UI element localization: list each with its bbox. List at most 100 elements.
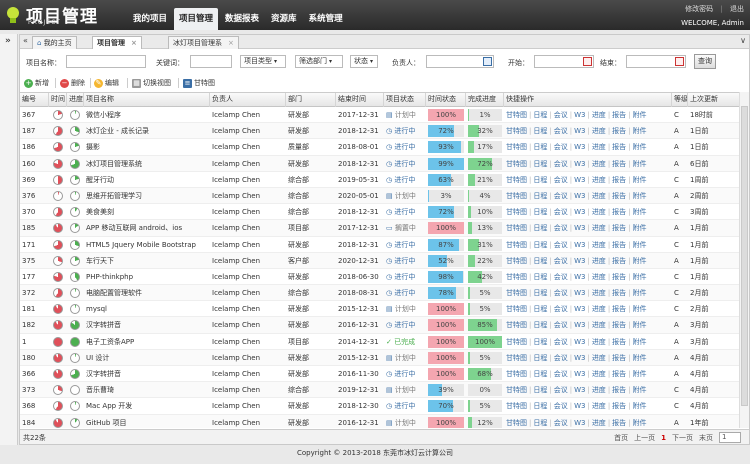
- quick-action-link[interactable]: 日程: [533, 370, 547, 378]
- quick-action-link[interactable]: 甘特图: [506, 338, 527, 346]
- quick-action-link[interactable]: 报告: [612, 192, 626, 200]
- quick-action-link[interactable]: W3: [574, 143, 585, 151]
- column-header[interactable]: 项目名称: [84, 93, 210, 107]
- quick-action-link[interactable]: 附件: [633, 176, 647, 184]
- quick-action-link[interactable]: 报告: [612, 370, 626, 378]
- table-row[interactable]: 376 思维开拓管理学习 Icelamp Chen 综合部 2020-05-01 ▤ 计划…: [20, 187, 749, 205]
- quick-action-link[interactable]: W3: [574, 208, 585, 216]
- table-row[interactable]: 366 汉字转拼音 Icelamp Chen 研发部 2016-11-30 ◷ 进行中 10…: [20, 366, 749, 383]
- quick-action-link[interactable]: 甘特图: [506, 176, 527, 184]
- quick-action-link[interactable]: 报告: [612, 386, 626, 394]
- quick-action-link[interactable]: 会议: [554, 402, 568, 410]
- table-row[interactable]: 186 摄影 Icelamp Chen 质量部 2018-08-01 ◷ 进行中 93% 17…: [20, 139, 749, 156]
- quick-action-link[interactable]: 会议: [554, 176, 568, 184]
- column-header[interactable]: 进度: [67, 93, 84, 107]
- cell-project-name[interactable]: 电脑配置管理软件: [84, 285, 210, 301]
- quick-action-link[interactable]: 甘特图: [506, 208, 527, 216]
- quick-action-link[interactable]: 进度: [592, 143, 606, 151]
- quick-action-link[interactable]: 日程: [533, 208, 547, 216]
- quick-action-link[interactable]: W3: [574, 127, 585, 135]
- quick-action-link[interactable]: 会议: [554, 143, 568, 151]
- column-header[interactable]: 项目状态: [384, 93, 426, 107]
- cell-project-name[interactable]: GitHub 项目: [84, 415, 210, 428]
- column-header[interactable]: 时间: [49, 93, 67, 107]
- user-picker-icon[interactable]: [483, 57, 492, 66]
- cell-project-name[interactable]: 醒牙行动: [84, 172, 210, 188]
- quick-action-link[interactable]: 甘特图: [506, 370, 527, 378]
- quick-action-link[interactable]: 会议: [554, 354, 568, 362]
- quick-action-link[interactable]: 进度: [592, 273, 606, 281]
- quick-action-link[interactable]: 附件: [633, 224, 647, 232]
- quick-action-link[interactable]: 附件: [633, 289, 647, 297]
- cell-project-name[interactable]: PHP-thinkphp: [84, 269, 210, 285]
- quick-action-link[interactable]: 日程: [533, 402, 547, 410]
- quick-action-link[interactable]: 报告: [612, 402, 626, 410]
- cell-project-name[interactable]: 车行天下: [84, 253, 210, 269]
- quick-action-link[interactable]: 报告: [612, 321, 626, 329]
- gantt-button[interactable]: ≡ 甘特图: [183, 77, 215, 89]
- quick-action-link[interactable]: 附件: [633, 354, 647, 362]
- cell-project-name[interactable]: 思维开拓管理学习: [84, 188, 210, 204]
- quick-action-link[interactable]: 报告: [612, 208, 626, 216]
- nav-system[interactable]: 系统管理: [304, 8, 348, 30]
- delete-button[interactable]: − 删除: [60, 77, 85, 89]
- quick-action-link[interactable]: 甘特图: [506, 289, 527, 297]
- quick-action-link[interactable]: 会议: [554, 273, 568, 281]
- quick-action-link[interactable]: 报告: [612, 111, 626, 119]
- quick-action-link[interactable]: 甘特图: [506, 241, 527, 249]
- quick-action-link[interactable]: 进度: [592, 354, 606, 362]
- quick-action-link[interactable]: 会议: [554, 305, 568, 313]
- quick-action-link[interactable]: W3: [574, 111, 585, 119]
- quick-action-link[interactable]: 报告: [612, 354, 626, 362]
- quick-action-link[interactable]: 会议: [554, 127, 568, 135]
- quick-action-link[interactable]: 报告: [612, 127, 626, 135]
- quick-action-link[interactable]: 甘特图: [506, 402, 527, 410]
- table-row[interactable]: 185 APP 移动互联网 android、ios Icelamp Chen 项目部 2…: [20, 220, 749, 237]
- column-header[interactable]: 负责人: [210, 93, 286, 107]
- table-row[interactable]: 368 Mac App 开发 Icelamp Chen 研发部 2018-12-30 ◷ …: [20, 398, 749, 415]
- quick-action-link[interactable]: 日程: [533, 305, 547, 313]
- quick-action-link[interactable]: W3: [574, 289, 585, 297]
- quick-action-link[interactable]: 会议: [554, 338, 568, 346]
- table-row[interactable]: 181 mysql Icelamp Chen 研发部 2015-12-31 ▤ 计划中 10…: [20, 301, 749, 318]
- quick-action-link[interactable]: W3: [574, 241, 585, 249]
- quick-action-link[interactable]: 进度: [592, 338, 606, 346]
- owner-input[interactable]: [426, 55, 494, 68]
- quick-action-link[interactable]: W3: [574, 257, 585, 265]
- quick-action-link[interactable]: 进度: [592, 257, 606, 265]
- quick-action-link[interactable]: 附件: [633, 386, 647, 394]
- quick-action-link[interactable]: 日程: [533, 419, 547, 427]
- cell-project-name[interactable]: mysql: [84, 301, 210, 317]
- quick-action-link[interactable]: 日程: [533, 192, 547, 200]
- quick-action-link[interactable]: 日程: [533, 224, 547, 232]
- quick-action-link[interactable]: 进度: [592, 192, 606, 200]
- quick-action-link[interactable]: 报告: [612, 273, 626, 281]
- quick-action-link[interactable]: 附件: [633, 127, 647, 135]
- quick-action-link[interactable]: 甘特图: [506, 321, 527, 329]
- vertical-scrollbar[interactable]: [739, 92, 749, 428]
- project-name-input[interactable]: [66, 55, 146, 68]
- table-row[interactable]: 370 美食美刻 Icelamp Chen 综合部 2018-12-31 ◷ 进行中 72%…: [20, 204, 749, 221]
- quick-action-link[interactable]: 报告: [612, 176, 626, 184]
- sidebar-toggle[interactable]: »: [0, 34, 18, 445]
- quick-action-link[interactable]: 日程: [533, 354, 547, 362]
- quick-action-link[interactable]: W3: [574, 370, 585, 378]
- start-date-input[interactable]: [534, 55, 594, 68]
- quick-action-link[interactable]: 附件: [633, 419, 647, 427]
- table-row[interactable]: 184 GitHub 项目 Icelamp Chen 研发部 2016-12-31 ▤ 计…: [20, 414, 749, 428]
- cell-project-name[interactable]: APP 移动互联网 android、ios: [84, 220, 210, 236]
- table-row[interactable]: 180 UI 设计 Icelamp Chen 研发部 2015-12-31 ▤ 计划中 10…: [20, 349, 749, 366]
- department-select[interactable]: 筛选部门 ▾: [295, 55, 343, 68]
- nav-resources[interactable]: 资源库: [266, 8, 302, 30]
- calendar-icon[interactable]: [675, 57, 684, 66]
- quick-action-link[interactable]: 附件: [633, 257, 647, 265]
- change-password-link[interactable]: 修改密码: [685, 5, 713, 13]
- quick-action-link[interactable]: 日程: [533, 241, 547, 249]
- quick-action-link[interactable]: 报告: [612, 143, 626, 151]
- quick-action-link[interactable]: 日程: [533, 176, 547, 184]
- keyword-input[interactable]: [190, 55, 232, 68]
- cell-project-name[interactable]: 汉字转拼音: [84, 366, 210, 382]
- nav-project-management[interactable]: 项目管理: [174, 8, 219, 30]
- table-row[interactable]: 171 HTML5 Jquery Mobile Bootstrap Icelamp …: [20, 237, 749, 253]
- column-header[interactable]: 时间状态: [426, 93, 466, 107]
